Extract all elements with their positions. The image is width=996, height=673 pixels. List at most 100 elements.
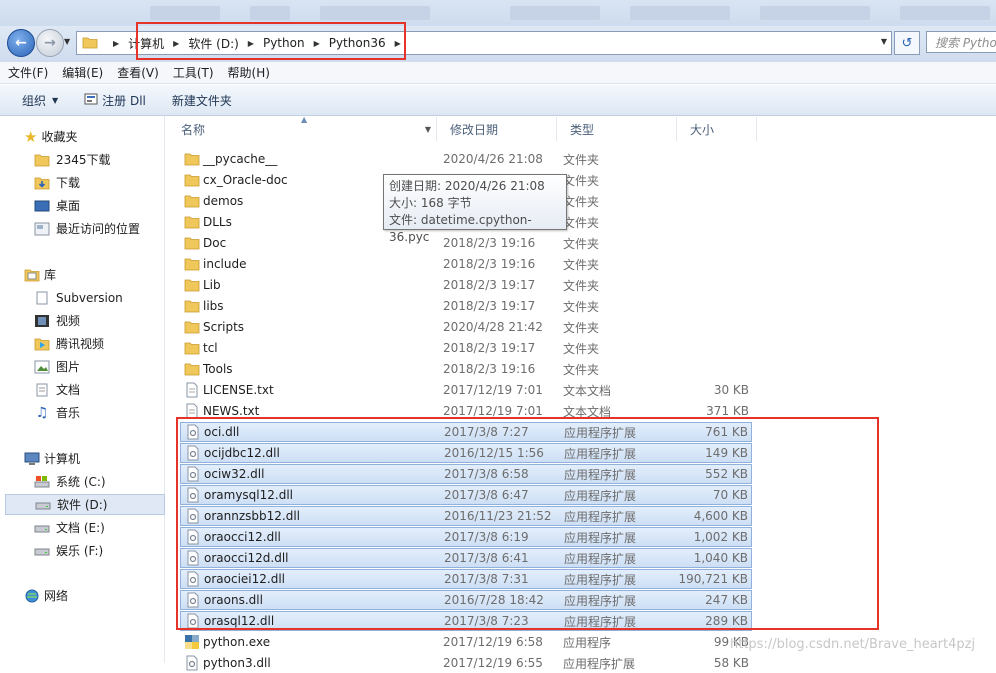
column-header-date[interactable]: 修改日期: [437, 117, 557, 141]
file-row[interactable]: Lib 2018/2/3 19:17 文件夹: [180, 275, 752, 295]
nav-libraries[interactable]: 库: [24, 264, 186, 285]
file-date: 2017/3/8 7:27: [444, 425, 529, 439]
file-date: 2016/11/23 21:52: [444, 509, 552, 523]
register-icon: [84, 92, 98, 109]
file-date: 2017/3/8 6:58: [444, 467, 529, 481]
nav-item-drive-e[interactable]: 文档 (E:): [34, 517, 196, 538]
file-type: 应用程序扩展: [563, 656, 636, 671]
file-size: 371 KB: [706, 404, 749, 418]
register-dll-button[interactable]: 注册 Dll: [84, 92, 146, 109]
nav-item-tencent-video[interactable]: 腾讯视频: [34, 333, 196, 354]
organize-label: 组织: [22, 93, 47, 108]
search-input[interactable]: 搜索 Pytho: [926, 31, 996, 53]
chevron-right-icon[interactable]: ▶: [248, 39, 254, 48]
nav-item-documents[interactable]: 文档: [34, 379, 196, 400]
menu-tools[interactable]: 工具(T): [173, 64, 214, 81]
nav-item-pictures[interactable]: 图片: [34, 356, 196, 377]
file-row[interactable]: orasql12.dll 2017/3/8 7:23 应用程序扩展 289 KB: [180, 611, 752, 631]
file-row[interactable]: python.exe 2017/12/19 6:58 应用程序 99 KB: [180, 632, 752, 652]
menu-help[interactable]: 帮助(H): [228, 64, 270, 81]
column-header-size[interactable]: 大小: [677, 117, 757, 141]
breadcrumb-drive-d[interactable]: 软件 (D:): [188, 32, 238, 54]
file-size: 4,600 KB: [693, 509, 748, 523]
address-dropdown-icon[interactable]: ▼: [881, 37, 887, 46]
file-type: 文件夹: [563, 341, 600, 356]
file-type: 文件夹: [563, 278, 600, 293]
file-row[interactable]: oramysql12.dll 2017/3/8 6:47 应用程序扩展 70 KB: [180, 485, 752, 505]
menu-bar: 文件(F) 编辑(E) 查看(V) 工具(T) 帮助(H): [0, 62, 996, 84]
file-row[interactable]: tcl 2018/2/3 19:17 文件夹: [180, 338, 752, 358]
file-row[interactable]: Tools 2018/2/3 19:16 文件夹: [180, 359, 752, 379]
chevron-right-icon[interactable]: ▶: [395, 39, 401, 48]
dll-file-icon: [185, 445, 201, 461]
file-row[interactable]: orannzsbb12.dll 2016/11/23 21:52 应用程序扩展 4,6…: [180, 506, 752, 526]
file-row[interactable]: python3.dll 2017/12/19 6:55 应用程序扩展 58 KB: [180, 653, 752, 673]
file-date: 2018/2/3 19:17: [443, 278, 536, 292]
breadcrumb-computer[interactable]: 计算机: [128, 32, 164, 54]
file-row[interactable]: NEWS.txt 2017/12/19 7:01 文本文档 371 KB: [180, 401, 752, 421]
column-header-type[interactable]: 类型: [557, 117, 677, 141]
file-name: tcl: [203, 341, 218, 355]
nav-item-recent[interactable]: 最近访问的位置: [34, 218, 196, 239]
nav-item-2345-download[interactable]: 2345下载: [34, 149, 196, 170]
file-name: ociw32.dll: [204, 467, 265, 481]
file-type: 文件夹: [563, 194, 600, 209]
file-row[interactable]: oraociei12.dll 2017/3/8 7:31 应用程序扩展 190,721…: [180, 569, 752, 589]
file-size: 761 KB: [705, 425, 748, 439]
file-name: NEWS.txt: [203, 404, 260, 418]
breadcrumb-python[interactable]: Python: [263, 32, 305, 54]
chevron-right-icon[interactable]: ▶: [113, 39, 119, 48]
menu-edit[interactable]: 编辑(E): [62, 64, 103, 81]
file-date: 2018/2/3 19:17: [443, 341, 536, 355]
file-tooltip: 创建日期: 2020/4/26 21:08 大小: 168 字节 文件: dat…: [383, 174, 567, 244]
forward-button[interactable]: →: [36, 29, 64, 57]
library-icon: [24, 269, 40, 281]
toolbar: 组织 ▼ 注册 Dll 新建文件夹: [0, 85, 996, 116]
file-row[interactable]: include 2018/2/3 19:16 文件夹: [180, 254, 752, 274]
file-row[interactable]: libs 2018/2/3 19:17 文件夹: [180, 296, 752, 316]
drive-icon: [34, 525, 50, 532]
chevron-down-icon: ▼: [52, 95, 59, 105]
file-name: oramysql12.dll: [204, 488, 293, 502]
column-header-name[interactable]: 名称 ▲ ▼: [168, 115, 437, 141]
file-type: 文件夹: [563, 215, 600, 230]
file-row[interactable]: ocijdbc12.dll 2016/12/15 1:56 应用程序扩展 149 KB: [180, 443, 752, 463]
history-dropdown-icon[interactable]: ▼: [64, 37, 70, 46]
file-row[interactable]: ociw32.dll 2017/3/8 6:58 应用程序扩展 552 KB: [180, 464, 752, 484]
breadcrumb-python36[interactable]: Python36: [329, 32, 386, 54]
nav-computer[interactable]: 计算机: [24, 448, 186, 469]
chevron-down-icon[interactable]: ▼: [425, 125, 431, 134]
file-row[interactable]: oraocci12d.dll 2017/3/8 6:41 应用程序扩展 1,040 K…: [180, 548, 752, 568]
organize-button[interactable]: 组织 ▼: [22, 92, 58, 109]
chevron-right-icon[interactable]: ▶: [173, 39, 179, 48]
new-folder-button[interactable]: 新建文件夹: [172, 92, 232, 109]
file-date: 2018/2/3 19:17: [443, 299, 536, 313]
nav-favorites[interactable]: ★ 收藏夹: [24, 126, 186, 147]
menu-file[interactable]: 文件(F): [8, 64, 48, 81]
nav-item-videos[interactable]: 视频: [34, 310, 196, 331]
file-size: 149 KB: [705, 446, 748, 460]
file-date: 2017/3/8 6:41: [444, 551, 529, 565]
address-bar[interactable]: ▶ 计算机 ▶ 软件 (D:) ▶ Python ▶ Python36 ▶ ▼: [76, 31, 892, 55]
nav-network[interactable]: 网络: [24, 585, 186, 606]
folder-icon: [34, 154, 50, 166]
file-name: demos: [203, 194, 244, 208]
nav-item-drive-c[interactable]: 系统 (C:): [34, 471, 196, 492]
nav-item-music[interactable]: ♫ 音乐: [34, 402, 196, 423]
file-row[interactable]: oraons.dll 2016/7/28 18:42 应用程序扩展 247 KB: [180, 590, 752, 610]
file-row[interactable]: oci.dll 2017/3/8 7:27 应用程序扩展 761 KB: [180, 422, 752, 442]
menu-view[interactable]: 查看(V): [117, 64, 159, 81]
refresh-button[interactable]: ↺: [894, 31, 920, 55]
nav-item-drive-d[interactable]: 软件 (D:): [5, 494, 165, 515]
back-button[interactable]: ←: [7, 29, 35, 57]
nav-item-desktop[interactable]: 桌面: [34, 195, 196, 216]
file-size: 247 KB: [705, 593, 748, 607]
nav-item-downloads[interactable]: 下载: [34, 172, 196, 193]
file-row[interactable]: __pycache__ 2020/4/26 21:08 文件夹: [180, 149, 752, 169]
file-row[interactable]: Scripts 2020/4/28 21:42 文件夹: [180, 317, 752, 337]
chevron-right-icon[interactable]: ▶: [314, 39, 320, 48]
nav-item-subversion[interactable]: Subversion: [34, 287, 196, 308]
file-row[interactable]: oraocci12.dll 2017/3/8 6:19 应用程序扩展 1,002 KB: [180, 527, 752, 547]
file-row[interactable]: LICENSE.txt 2017/12/19 7:01 文本文档 30 KB: [180, 380, 752, 400]
nav-item-drive-f[interactable]: 娱乐 (F:): [34, 540, 196, 561]
